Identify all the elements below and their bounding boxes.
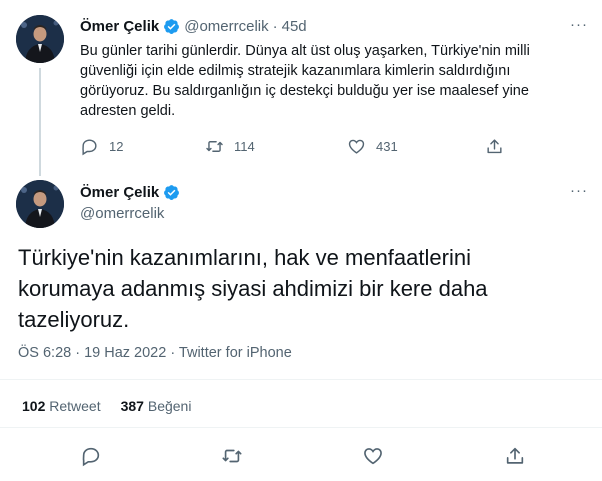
share-icon	[487, 139, 502, 154]
tweet-text: Türkiye'nin kazanımlarını, hak ve menfaa…	[18, 242, 588, 335]
reply-count: 12	[109, 139, 124, 154]
retweet-button[interactable]: 114	[205, 137, 255, 156]
retweet-count: 114	[234, 139, 255, 154]
like-button[interactable]: 431	[347, 137, 398, 156]
retweet-icon	[222, 449, 242, 463]
verified-badge-icon	[164, 185, 180, 200]
reply-button[interactable]: 12	[80, 137, 123, 156]
author-handle[interactable]: @omerrcelik	[80, 205, 164, 222]
like-icon	[348, 139, 365, 154]
tweet-text-line: adresten geldi.	[80, 103, 176, 119]
author-name[interactable]: Ömer Çelik	[80, 18, 159, 35]
tweet-text-line: tazeliyoruz.	[18, 307, 130, 332]
more-icon[interactable]: ···	[570, 182, 588, 199]
tweet-meta[interactable]: ÖS 6:28 · 19 Haz 2022 · Twitter for iPho…	[18, 345, 292, 361]
avatar-image	[16, 180, 64, 228]
divider	[0, 427, 602, 428]
like-stat[interactable]: 387 Beğeni	[121, 398, 192, 414]
like-stat-count: 387	[120, 398, 144, 414]
author-name[interactable]: Ömer Çelik	[80, 184, 159, 201]
retweet-stat[interactable]: 102 Retweet	[22, 398, 101, 414]
tweet-time[interactable]: 45d	[282, 18, 307, 35]
tweet-text-line: Türkiye'nin kazanımlarını, hak ve menfaa…	[18, 245, 471, 270]
like-count: 431	[376, 139, 398, 154]
thread-line	[39, 68, 41, 176]
reply-icon	[82, 447, 100, 467]
tweet-text: Bu günler tarihi günlerdir. Dünya alt üs…	[80, 41, 580, 121]
retweet-stat-label: Retweet	[49, 398, 101, 414]
like-icon	[364, 448, 382, 465]
like-button[interactable]	[362, 445, 384, 472]
dot-separator: ·	[272, 18, 278, 35]
avatar[interactable]	[16, 15, 64, 63]
verified-badge-icon	[164, 19, 180, 34]
like-stat-label: Beğeni	[147, 398, 192, 414]
avatar-image	[16, 15, 64, 63]
tweet-text-line: korumaya adanmış siyasi ahdimizi bir ker…	[18, 276, 488, 301]
retweet-stat-count: 102	[22, 398, 46, 414]
author-handle[interactable]: @omerrcelik	[184, 18, 268, 35]
reply-button[interactable]	[80, 445, 102, 472]
tweet-text-line: güvenliği için elde edilmiş stratejik ka…	[80, 63, 511, 79]
divider	[0, 379, 602, 380]
share-button[interactable]	[485, 137, 504, 156]
tweet-text-line: Bu günler tarihi günlerdir. Dünya alt üs…	[80, 43, 530, 59]
avatar[interactable]	[16, 180, 64, 228]
reply-icon	[82, 139, 97, 156]
retweet-icon	[206, 141, 223, 152]
share-icon	[506, 447, 524, 464]
share-button[interactable]	[504, 445, 526, 472]
retweet-button[interactable]	[221, 445, 243, 472]
engagement-stats: 102 Retweet 387 Beğeni	[22, 398, 191, 414]
more-icon[interactable]: ···	[570, 16, 588, 33]
tweet-text-line: görüyoruz. Bu saldırganlığın iç destekçi…	[80, 83, 529, 99]
